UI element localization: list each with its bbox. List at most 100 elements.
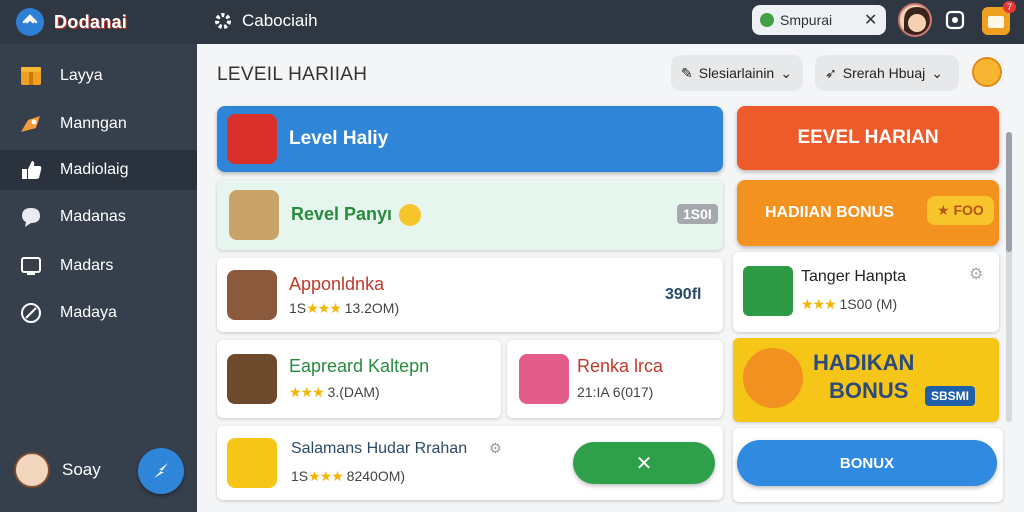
notification-badge: 7 bbox=[1002, 1, 1016, 13]
item-rating: ★★★ 3.(DAM) bbox=[289, 384, 380, 400]
app-title-text: Cabociaih bbox=[242, 11, 318, 30]
character-icon bbox=[227, 270, 277, 320]
filter-dropdown-label: Slesiarlainin bbox=[698, 65, 775, 81]
page-title: LEVEIL HARIIAH bbox=[217, 64, 368, 85]
gift-icon bbox=[18, 63, 44, 89]
daily-level-banner[interactable]: EEVEL HARIAN bbox=[737, 106, 999, 170]
tv-icon bbox=[18, 253, 44, 279]
scroll-thumb[interactable] bbox=[1006, 132, 1012, 252]
character-icon bbox=[229, 190, 279, 240]
item-sub: 21:IA 6(017) bbox=[577, 384, 654, 400]
compose-button[interactable] bbox=[138, 448, 184, 494]
promo-line1: HADIKAN bbox=[813, 350, 915, 375]
search-box[interactable]: ✕ bbox=[752, 5, 886, 35]
list-item[interactable]: Eapreard Kaltepn ★★★ 3.(DAM) bbox=[217, 340, 501, 418]
app-title: Cabociaih bbox=[212, 10, 318, 32]
rocket-icon: ➶ bbox=[825, 64, 837, 81]
pencil-icon: ✎ bbox=[681, 64, 693, 81]
gift-box-icon bbox=[227, 114, 277, 164]
character-icon bbox=[227, 354, 277, 404]
close-icon[interactable]: ✕ bbox=[864, 10, 877, 30]
sidebar-item-label: Madaya bbox=[60, 304, 117, 321]
sidebar-item-madaya[interactable]: Madaya bbox=[0, 293, 197, 333]
bonus-banner[interactable]: HADIIAN BONUS ★ FOO bbox=[737, 180, 999, 246]
chat-icon bbox=[18, 204, 44, 230]
lightning-icon bbox=[154, 463, 168, 478]
sort-dropdown[interactable]: ➶ Srerah Hbuaj ⌄ bbox=[815, 55, 959, 91]
promo-line2: BONUS bbox=[829, 378, 909, 403]
notification-button[interactable]: 7 bbox=[982, 1, 1016, 35]
bonus-button[interactable]: BONUX bbox=[737, 440, 997, 486]
search-status-icon bbox=[760, 13, 774, 27]
bonus-button-label: BONUX bbox=[839, 454, 895, 472]
gear-icon[interactable]: ⚙ bbox=[489, 440, 502, 457]
sidebar-item-label: Madiolaig bbox=[60, 161, 129, 178]
sidebar-item-label: Manngan bbox=[60, 115, 127, 132]
bonus-badge: ★ FOO bbox=[927, 196, 994, 225]
bonus-banner-label: HADIIAN BONUS bbox=[765, 204, 894, 221]
sidebar-item-label: Madars bbox=[60, 257, 114, 274]
sidebar-user[interactable]: Soay bbox=[14, 452, 101, 488]
close-button[interactable]: ✕ bbox=[573, 442, 715, 484]
level-banner-label: Level Haliy bbox=[289, 128, 389, 149]
search-input[interactable] bbox=[780, 12, 858, 28]
promo-card[interactable]: HADIKAN BONUS SBSMI bbox=[733, 338, 999, 422]
list-item[interactable]: Salamans Hudar Rrahan ⚙ 1S★★★ 8240ОМ) ✕ bbox=[217, 426, 723, 500]
promo-badge: SBSMI bbox=[925, 386, 976, 406]
list-item[interactable]: Apponldnka 1S★★★ 13.2ОМ) 390fl bbox=[217, 258, 723, 332]
sidebar-item-madiolaig[interactable]: Madiolaig bbox=[0, 150, 197, 190]
brand-name: Dodanai bbox=[54, 11, 128, 32]
character-icon bbox=[227, 438, 277, 488]
item-value: 390fl bbox=[665, 286, 702, 303]
chevron-down-icon: ⌄ bbox=[931, 64, 943, 81]
star-icons: ★★★ bbox=[801, 296, 837, 312]
star-icons: ★★★ bbox=[306, 300, 342, 316]
avatar[interactable] bbox=[898, 3, 932, 37]
item-title: Renka lrca bbox=[577, 356, 664, 376]
star-icons: ★★★ bbox=[308, 468, 344, 484]
shield-icon bbox=[743, 266, 793, 316]
user-name: Soay bbox=[62, 460, 101, 479]
daily-level-label: EEVEL HARIAN bbox=[797, 127, 939, 148]
smiley-icon bbox=[399, 204, 421, 226]
star-icons: ★★★ bbox=[289, 384, 325, 400]
top-bar: Dodanai Cabociaih ✕ 7 bbox=[0, 0, 1024, 44]
scrollbar[interactable] bbox=[1006, 132, 1012, 422]
sidebar-item-label: Layya bbox=[60, 67, 103, 84]
sidebar-item-madars[interactable]: Madars bbox=[0, 246, 197, 286]
revel-title: Revel Panyı bbox=[291, 204, 393, 224]
settings-icon[interactable] bbox=[944, 9, 966, 31]
sidebar: Layya Manngan Madiolaig Madanas Madars M… bbox=[0, 44, 197, 512]
sidebar-item-label: Madanas bbox=[60, 208, 126, 225]
item-title: Apponldnka bbox=[289, 274, 385, 294]
level-banner[interactable]: Level Haliy bbox=[217, 106, 723, 172]
reward-rating: ★★★ 1S00 (M) bbox=[801, 296, 898, 312]
list-item[interactable]: Renka lrca 21:IA 6(017) bbox=[507, 340, 723, 418]
item-title: Eapreard Kaltepn bbox=[289, 356, 430, 376]
reward-title: Tanger Hanpta bbox=[801, 268, 906, 285]
bonus-card: BONUX bbox=[733, 428, 1003, 502]
filter-dropdown[interactable]: ✎ Slesiarlainin ⌄ bbox=[671, 55, 803, 91]
gear-icon bbox=[215, 13, 231, 29]
revel-value: 1S0I bbox=[677, 204, 718, 224]
link-icon bbox=[18, 300, 44, 326]
logo-icon bbox=[16, 8, 44, 36]
star-icon: ★ bbox=[937, 202, 950, 218]
sidebar-item-manngan[interactable]: Manngan bbox=[0, 104, 197, 144]
emoji-icon[interactable] bbox=[972, 57, 1002, 87]
revel-card[interactable]: Revel Panyı 1S0I bbox=[217, 180, 723, 250]
main-content: LEVEIL HARIIAH ✎ Slesiarlainin ⌄ ➶ Srera… bbox=[197, 44, 1024, 512]
item-title: Salamans Hudar Rrahan bbox=[291, 440, 468, 457]
sidebar-item-madanas[interactable]: Madanas bbox=[0, 197, 197, 237]
gear-icon[interactable]: ⚙ bbox=[969, 264, 983, 284]
item-rating: 1S★★★ 8240ОМ) bbox=[291, 468, 406, 484]
close-icon: ✕ bbox=[635, 452, 653, 475]
reward-card[interactable]: Tanger Hanpta ⚙ ★★★ 1S00 (M) bbox=[733, 252, 999, 332]
item-rating: 1S★★★ 13.2ОМ) bbox=[289, 300, 400, 316]
sun-icon bbox=[743, 348, 803, 408]
thumbs-up-icon bbox=[18, 157, 44, 183]
brand[interactable]: Dodanai bbox=[16, 8, 127, 36]
sidebar-item-layya[interactable]: Layya bbox=[0, 56, 197, 96]
user-avatar bbox=[14, 452, 50, 488]
sort-dropdown-label: Srerah Hbuaj bbox=[842, 65, 926, 81]
